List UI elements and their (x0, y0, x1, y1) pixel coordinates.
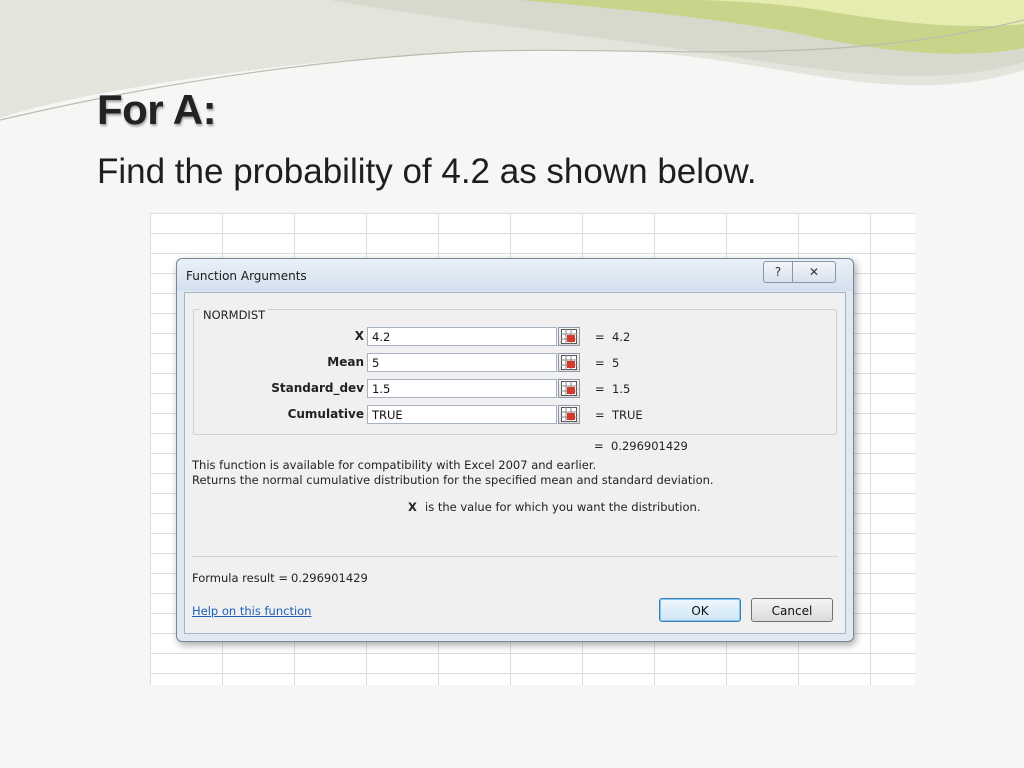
formula-result-value: 0.296901429 (291, 571, 368, 585)
cancel-button[interactable]: Cancel (751, 598, 833, 622)
arg-equals-cumulative: = (595, 408, 605, 422)
arg-value-standard-dev: 1.5 (612, 382, 631, 396)
result-value: 0.296901429 (611, 439, 688, 453)
arg-equals-x: = (595, 330, 605, 344)
formula-result-label: Formula result = (192, 571, 288, 585)
arguments-group: NORMDIST X 4.2 = 4.2 Mean 5 = 5 Standard… (193, 308, 837, 435)
arg-input-mean[interactable]: 5 (367, 353, 557, 372)
slide-subtitle: Find the probability of 4.2 as shown bel… (97, 152, 757, 191)
argument-help-name: X (408, 500, 417, 514)
dialog-content: NORMDIST X 4.2 = 4.2 Mean 5 = 5 Standard… (184, 292, 846, 634)
arg-equals-standard-dev: = (595, 382, 605, 396)
arg-value-mean: 5 (612, 356, 620, 370)
help-button[interactable]: ? (763, 261, 793, 283)
range-select-icon (561, 355, 577, 370)
result-equals: = (594, 439, 604, 453)
arg-label-mean: Mean (327, 355, 364, 369)
slide-title: For A: (97, 86, 217, 133)
slide: For A: Find the probability of 4.2 as sh… (0, 0, 1024, 768)
close-icon: ✕ (808, 265, 820, 279)
range-select-icon (561, 329, 577, 344)
range-select-button-cumulative[interactable] (558, 405, 580, 424)
function-name: NORMDIST (200, 308, 269, 322)
arg-value-cumulative: TRUE (612, 408, 643, 422)
range-select-button-mean[interactable] (558, 353, 580, 372)
arg-label-x: X (354, 329, 364, 343)
arg-input-cumulative[interactable]: TRUE (367, 405, 557, 424)
question-icon: ? (774, 265, 782, 279)
divider (192, 556, 838, 557)
arg-equals-mean: = (595, 356, 605, 370)
function-description-line-1: This function is available for compatibi… (192, 458, 597, 472)
help-on-function-link[interactable]: Help on this function (192, 604, 311, 618)
ok-button[interactable]: OK (659, 598, 741, 622)
range-select-button-x[interactable] (558, 327, 580, 346)
arg-value-x: 4.2 (612, 330, 631, 344)
arg-label-standard-dev: Standard_dev (271, 381, 364, 395)
arg-input-x[interactable]: 4.2 (367, 327, 557, 346)
dialog-title: Function Arguments (186, 269, 307, 283)
function-arguments-dialog: Function Arguments ? ✕ NORMDIST X 4.2 = … (176, 258, 854, 642)
dialog-titlebar[interactable]: Function Arguments ? ✕ (177, 259, 853, 291)
function-description-line-2: Returns the normal cumulative distributi… (192, 473, 714, 487)
close-button[interactable]: ✕ (792, 261, 836, 283)
arg-input-standard-dev[interactable]: 1.5 (367, 379, 557, 398)
argument-help-text: is the value for which you want the dist… (425, 500, 701, 514)
arg-label-cumulative: Cumulative (287, 407, 364, 421)
range-select-button-standard-dev[interactable] (558, 379, 580, 398)
range-select-icon (561, 381, 577, 396)
range-select-icon (561, 407, 577, 422)
